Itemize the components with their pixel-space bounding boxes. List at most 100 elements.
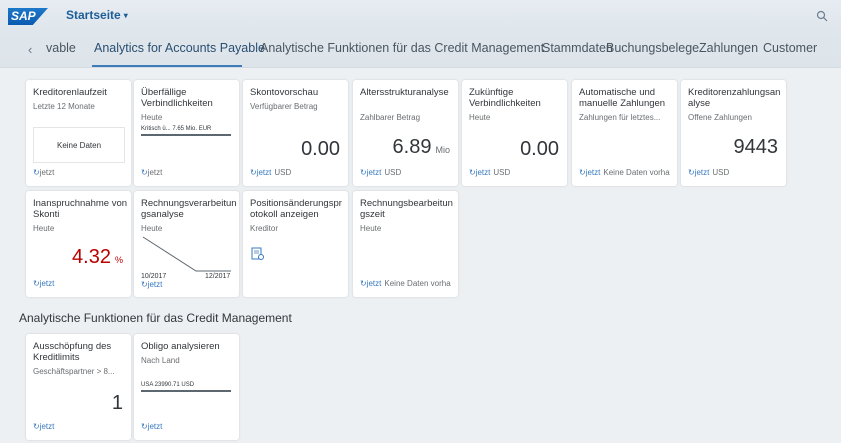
- refresh-icon: ↻: [688, 168, 695, 177]
- refresh-icon: ↻: [250, 168, 257, 177]
- unit-label: USD: [712, 168, 730, 177]
- tile-subtitle: Heute: [360, 224, 382, 233]
- app-title-label: Startseite: [66, 8, 121, 22]
- refresh-label: jetzt: [39, 168, 55, 177]
- refresh-icon: ↻: [469, 168, 476, 177]
- tile-footer: ↻jetzt USD: [360, 168, 457, 177]
- kpi-value: 4.32: [72, 246, 111, 268]
- tile-inanspruchnahme-skonti[interactable]: Inanspruchnahme von Skonti Heute 4.32% ↻…: [26, 191, 131, 297]
- tile-subtitle: Zahlbarer Betrag: [360, 113, 421, 122]
- section-title: Analytische Funktionen für das Credit Ma…: [19, 311, 292, 325]
- anchor-item-credit-management[interactable]: Analytische Funktionen für das Credit Ma…: [260, 41, 544, 55]
- refresh-label: jetzt: [366, 168, 382, 177]
- unit-label: USD: [493, 168, 511, 177]
- tile-title: Ausschöpfung des Kreditlimits: [33, 341, 112, 363]
- unit-label: USD: [384, 168, 402, 177]
- tile-title: Inanspruchnahme von Skonti: [33, 198, 128, 220]
- refresh-label: jetzt: [366, 279, 382, 288]
- tile-footer: ↻jetzt Keine Daten vorha: [360, 279, 457, 288]
- tile-title: Automatische und manuelle Zahlungen: [579, 87, 666, 109]
- tile-title: Zukünftige Verbindlichkeiten: [469, 87, 541, 109]
- refresh-icon: ↻: [33, 168, 40, 177]
- bar-label: USA 23990.71 USD: [141, 382, 195, 388]
- refresh-label: jetzt: [147, 168, 163, 177]
- tile-title: Überfällige Verbindlichkeiten: [141, 87, 213, 109]
- kpi-scale: Mio: [435, 145, 450, 155]
- tile-title: Rechnungsbearbeitungszeit: [360, 198, 453, 220]
- trend-end-tick: 12/2017: [205, 273, 231, 280]
- kpi-scale: %: [114, 255, 123, 265]
- tile-title: Obligo analysieren: [141, 341, 220, 352]
- tile-ueberfaellige-verbindlichkeiten[interactable]: Überfällige Verbindlichkeiten Heute Krit…: [134, 80, 239, 186]
- kpi-value-wrap: 4.32%: [72, 246, 123, 269]
- tile-footer: ↻jetzt: [141, 168, 238, 177]
- refresh-label: jetzt: [39, 422, 55, 431]
- trend-line: [142, 236, 231, 272]
- tile-footer: ↻jetzt Keine Daten vorha: [579, 168, 676, 177]
- kpi-value-wrap: 6.89 Mio: [393, 136, 450, 159]
- tile-footer: ↻jetzt: [33, 279, 130, 288]
- tile-altersstrukturanalyse[interactable]: Altersstrukturanalyse Zahlbarer Betrag 6…: [353, 80, 458, 186]
- tile-ausschoepfung-kreditlimits[interactable]: Ausschöpfung des Kreditlimits Geschäftsp…: [26, 334, 131, 440]
- tile-title: Kreditorenlaufzeit: [33, 87, 107, 98]
- refresh-icon: ↻: [360, 279, 367, 288]
- anchor-item-analytics-ap[interactable]: Analytics for Accounts Payable: [94, 41, 265, 55]
- kpi-value: 0.00: [520, 138, 559, 160]
- refresh-label: jetzt: [147, 280, 163, 289]
- tile-footer: ↻jetzt: [141, 280, 238, 289]
- refresh-label: jetzt: [39, 279, 55, 288]
- refresh-icon: ↻: [33, 422, 40, 431]
- tile-zukuenftige-verbindlichkeiten[interactable]: Zukünftige Verbindlichkeiten Heute 0.00 …: [462, 80, 567, 186]
- tile-automatische-manuelle-zahlungen[interactable]: Automatische und manuelle Zahlungen Zahl…: [572, 80, 677, 186]
- unit-label: Keine Daten vorha: [603, 168, 670, 177]
- refresh-icon: ↻: [141, 168, 148, 177]
- bar-label: Kritisch ü... 7.65 Mio. EUR: [141, 126, 212, 132]
- kpi-value: 0.00: [301, 138, 340, 160]
- tile-footer: ↻jetzt: [33, 422, 130, 431]
- tile-kreditorenzahlungsanalyse[interactable]: Kreditorenzahlungsanalyse Offene Zahlung…: [681, 80, 786, 186]
- comparison-bar: [141, 390, 231, 392]
- anchor-item-customer[interactable]: Customer: [763, 41, 817, 55]
- sap-logo[interactable]: SAP: [8, 8, 48, 25]
- trend-start-tick: 10/2017: [141, 273, 167, 280]
- refresh-label: jetzt: [147, 422, 163, 431]
- app-title-menu[interactable]: Startseite ▾: [66, 8, 128, 22]
- anchor-item-buchungsbelege[interactable]: Buchungsbelege: [606, 41, 699, 55]
- tile-title: Kreditorenzahlungsanalyse: [688, 87, 781, 109]
- tile-obligo-analysieren[interactable]: Obligo analysieren Nach Land USA 23990.7…: [134, 334, 239, 440]
- tile-subtitle: Letzte 12 Monate: [33, 102, 95, 111]
- unit-label: Keine Daten vorha: [384, 279, 451, 288]
- tile-rechnungsbearbeitungszeit[interactable]: Rechnungsbearbeitungszeit Heute ↻jetzt Ke…: [353, 191, 458, 297]
- tile-title: Altersstrukturanalyse: [360, 87, 449, 98]
- tile-subtitle: Nach Land: [141, 356, 180, 365]
- search-icon[interactable]: [816, 10, 828, 22]
- tile-rechnungsverarbeitungsanalyse[interactable]: Rechnungsverarbeitungsanalyse Heute 10/2…: [134, 191, 239, 297]
- refresh-icon: ↻: [141, 422, 148, 431]
- tile-positionsaenderungsprotokoll[interactable]: Positionsänderungsprotokoll anzeigen Kre…: [243, 191, 348, 297]
- tile-title: Rechnungsverarbeitungsanalyse: [141, 198, 237, 220]
- tile-subtitle: Offene Zahlungen: [688, 113, 752, 122]
- tile-subtitle: Zahlungen für letztes...: [579, 113, 661, 122]
- anchor-item-zahlungen[interactable]: Zahlungen: [699, 41, 758, 55]
- shell-header: SAP Startseite ▾: [0, 0, 841, 32]
- refresh-label: jetzt: [694, 168, 710, 177]
- anchor-item-payables[interactable]: vable: [46, 41, 76, 55]
- unit-label: USD: [274, 168, 292, 177]
- comparison-bar: [141, 134, 231, 136]
- refresh-label: jetzt: [475, 168, 491, 177]
- anchor-item-stammdaten[interactable]: Stammdaten: [542, 41, 613, 55]
- refresh-icon: ↻: [141, 280, 148, 289]
- refresh-icon: ↻: [33, 279, 40, 288]
- tile-title: Skontovorschau: [250, 87, 319, 98]
- refresh-icon: ↻: [579, 168, 586, 177]
- tile-subtitle: Verfügbarer Betrag: [250, 102, 318, 111]
- active-anchor-indicator: [92, 65, 242, 67]
- tile-kreditorenlaufzeit[interactable]: Kreditorenlaufzeit Letzte 12 Monate Kein…: [26, 80, 131, 186]
- refresh-label: jetzt: [256, 168, 272, 177]
- tile-skontovorschau[interactable]: Skontovorschau Verfügbarer Betrag 0.00 ↻…: [243, 80, 348, 186]
- document-list-icon: [251, 247, 264, 260]
- tile-footer: ↻jetzt: [33, 168, 130, 177]
- scroll-left-icon[interactable]: ‹: [28, 42, 32, 57]
- kpi-value: 9443: [733, 136, 779, 158]
- tile-footer: ↻jetzt USD: [250, 168, 347, 177]
